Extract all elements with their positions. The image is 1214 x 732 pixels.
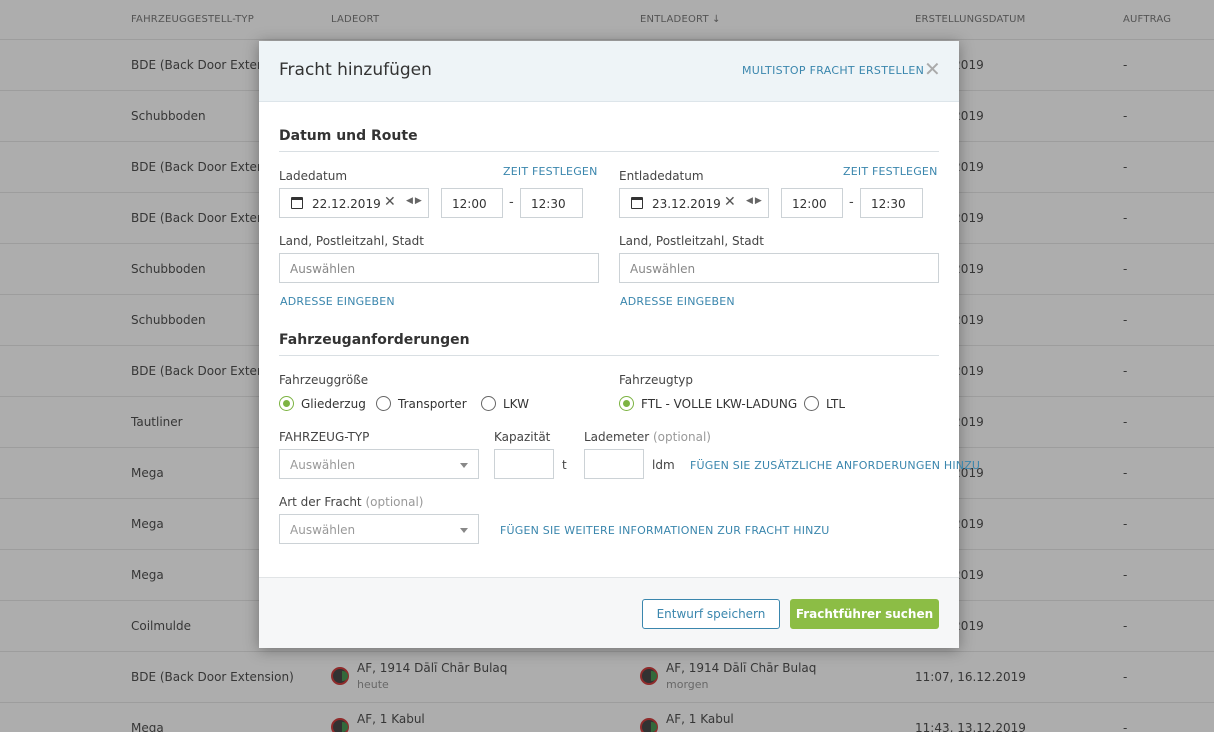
load-time-from-input[interactable]: 12:00	[441, 188, 503, 218]
optional-hint: (optional)	[365, 495, 424, 509]
freight-kind-select[interactable]: Auswählen	[279, 514, 479, 544]
load-set-time-link[interactable]: ZEIT FESTLEGEN	[503, 165, 598, 178]
unload-place-input[interactable]: Auswählen	[619, 253, 939, 283]
radio-label: FTL - VOLLE LKW-LADUNG	[641, 396, 798, 411]
unload-time-to-input[interactable]: 12:30	[860, 188, 923, 218]
load-place-input[interactable]: Auswählen	[279, 253, 599, 283]
create-multistop-link[interactable]: MULTISTOP FRACHT ERSTELLEN	[742, 64, 924, 77]
unload-set-time-link[interactable]: ZEIT FESTLEGEN	[843, 165, 938, 178]
save-draft-button[interactable]: Entwurf speichern	[642, 599, 780, 629]
capacity-label: Kapazität	[494, 430, 551, 444]
load-time-to-input[interactable]: 12:30	[520, 188, 583, 218]
chevron-down-icon	[460, 463, 468, 468]
loading-meter-label-text: Lademeter	[584, 430, 650, 444]
add-requirements-link[interactable]: FÜGEN SIE ZUSÄTZLICHE ANFORDERUNGEN HINZ…	[690, 459, 980, 472]
unload-date-label: Entladedatum	[619, 169, 704, 183]
unload-place-label: Land, Postleitzahl, Stadt	[619, 234, 764, 248]
unload-enter-address-link[interactable]: ADRESSE EINGEBEN	[620, 295, 735, 308]
dialog-title: Fracht hinzufügen	[279, 60, 432, 80]
freight-kind-label: Art der Fracht (optional)	[279, 495, 423, 509]
loading-meter-unit: ldm	[652, 458, 675, 472]
load-place-placeholder: Auswählen	[290, 262, 356, 276]
freight-kind-placeholder: Auswählen	[290, 523, 356, 537]
dialog-header: Fracht hinzufügen MULTISTOP FRACHT ERSTE…	[259, 41, 959, 102]
loading-meter-input[interactable]	[584, 449, 644, 479]
radio-label: Gliederzug	[301, 396, 366, 411]
vehicle-type-label: Fahrzeugtyp	[619, 373, 694, 387]
radio-selected-icon	[279, 396, 294, 411]
radio-unselected-icon	[481, 396, 496, 411]
load-enter-address-link[interactable]: ADRESSE EINGEBEN	[280, 295, 395, 308]
radio-gliederzug[interactable]: Gliederzug	[279, 396, 366, 411]
section-title-vehicle: Fahrzeuganforderungen	[279, 332, 470, 348]
radio-label: LKW	[503, 396, 529, 411]
date-nav-arrows-icon[interactable]: ◀▶	[406, 196, 424, 206]
radio-unselected-icon	[376, 396, 391, 411]
load-date-label: Ladedatum	[279, 169, 348, 183]
optional-hint: (optional)	[652, 430, 711, 444]
add-freight-info-link[interactable]: FÜGEN SIE WEITERE INFORMATIONEN ZUR FRAC…	[500, 524, 830, 537]
radio-lkw[interactable]: LKW	[481, 396, 529, 411]
time-range-dash: -	[509, 195, 514, 210]
capacity-unit: t	[562, 458, 567, 472]
radio-label: Transporter	[398, 396, 467, 411]
time-range-dash: -	[849, 195, 854, 210]
add-freight-dialog: Fracht hinzufügen MULTISTOP FRACHT ERSTE…	[259, 41, 980, 648]
unload-time-from-value: 12:00	[792, 197, 827, 211]
clear-icon[interactable]: ✕	[724, 194, 736, 210]
unload-time-to-value: 12:30	[871, 197, 906, 211]
unload-date-picker[interactable]: 23.12.2019 ✕ ◀▶	[619, 188, 769, 218]
date-nav-arrows-icon[interactable]: ◀▶	[746, 196, 764, 206]
capacity-input[interactable]	[494, 449, 554, 479]
section-title-route: Datum und Route	[279, 128, 418, 144]
freight-kind-label-text: Art der Fracht	[279, 495, 362, 509]
load-time-to-value: 12:30	[531, 197, 566, 211]
unload-date-value: 23.12.2019	[652, 197, 721, 211]
load-date-value: 22.12.2019	[312, 197, 381, 211]
body-type-placeholder: Auswählen	[290, 458, 356, 472]
load-place-label: Land, Postleitzahl, Stadt	[279, 234, 424, 248]
section-divider	[279, 151, 939, 152]
load-time-from-value: 12:00	[452, 197, 487, 211]
radio-ltl[interactable]: LTL	[804, 396, 845, 411]
radio-transporter[interactable]: Transporter	[376, 396, 467, 411]
unload-place-placeholder: Auswählen	[630, 262, 696, 276]
radio-ftl[interactable]: FTL - VOLLE LKW-LADUNG	[619, 396, 797, 411]
section-divider	[279, 355, 939, 356]
unload-time-from-input[interactable]: 12:00	[781, 188, 843, 218]
dialog-footer: Entwurf speichern Frachtführer suchen	[259, 577, 959, 648]
radio-label: LTL	[826, 396, 846, 411]
chevron-down-icon	[460, 528, 468, 533]
close-icon[interactable]: ✕	[924, 59, 941, 79]
load-date-picker[interactable]: 22.12.2019 ✕ ◀▶	[279, 188, 429, 218]
clear-icon[interactable]: ✕	[384, 194, 396, 210]
search-carrier-button[interactable]: Frachtführer suchen	[790, 599, 939, 629]
body-type-select[interactable]: Auswählen	[279, 449, 479, 479]
loading-meter-label: Lademeter (optional)	[584, 430, 711, 444]
body-type-label: FAHRZEUG-TYP	[279, 430, 370, 444]
calendar-icon	[291, 197, 303, 209]
radio-selected-icon	[619, 396, 634, 411]
calendar-icon	[631, 197, 643, 209]
radio-unselected-icon	[804, 396, 819, 411]
vehicle-size-label: Fahrzeuggröße	[279, 373, 369, 387]
